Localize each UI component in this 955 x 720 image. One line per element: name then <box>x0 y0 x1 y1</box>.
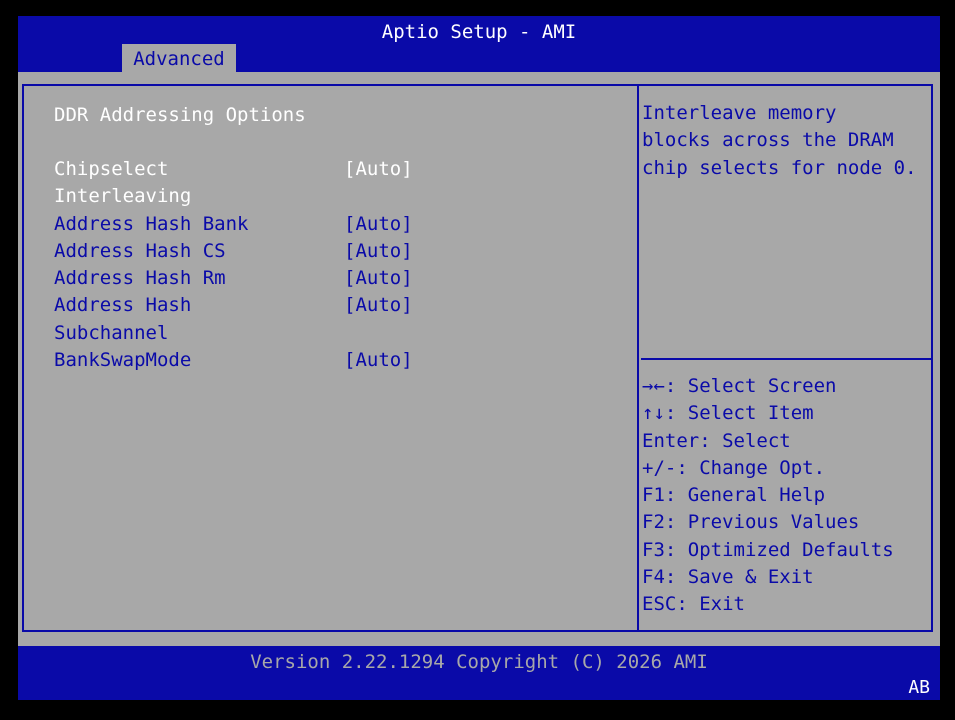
key-save-exit: F4: Save & Exit <box>642 566 814 589</box>
help-divider <box>641 358 931 360</box>
option-value[interactable]: [Auto] <box>344 265 413 292</box>
section-title: DDR Addressing Options <box>54 104 306 126</box>
option-label: Chipselect Interleaving <box>54 158 192 208</box>
options-list: Chipselect Interleaving [Auto] Address H… <box>54 156 614 374</box>
app-title: Aptio Setup - AMI <box>381 21 577 43</box>
help-text: Interleave memory blocks across the DRAM… <box>642 100 932 182</box>
key-select-screen: →←: Select Screen <box>642 375 837 397</box>
option-value[interactable]: [Auto] <box>344 347 413 374</box>
option-label: BankSwapMode <box>54 349 192 372</box>
footer-badge: AB <box>908 677 930 698</box>
key-legend: →←: Select Screen ↑↓: Select Item Enter:… <box>642 373 932 619</box>
key-esc-exit: ESC: Exit <box>642 593 745 616</box>
version-text: Version 2.22.1294 Copyright (C) 2026 AMI <box>250 651 708 673</box>
option-bankswapmode[interactable]: BankSwapMode [Auto] <box>54 347 614 374</box>
option-address-hash-cs[interactable]: Address Hash CS [Auto] <box>54 238 614 265</box>
help-line: blocks across the DRAM <box>642 129 894 152</box>
option-label: Address Hash Bank <box>54 212 249 235</box>
key-previous-values: F2: Previous Values <box>642 511 860 534</box>
header-bar: Aptio Setup - AMI Advanced <box>18 16 940 72</box>
option-address-hash-subchannel[interactable]: Address Hash Subchannel [Auto] <box>54 292 614 347</box>
key-select-item: ↑↓: Select Item <box>642 402 814 425</box>
option-label: Address Hash CS <box>54 239 226 262</box>
option-value[interactable]: [Auto] <box>344 211 413 238</box>
option-address-hash-bank[interactable]: Address Hash Bank [Auto] <box>54 211 614 238</box>
option-chipselect-interleaving[interactable]: Chipselect Interleaving [Auto] <box>54 156 614 211</box>
key-change-opt: +/-: Change Opt. <box>642 456 826 479</box>
vertical-divider <box>637 86 639 630</box>
key-enter-select: Enter: Select <box>642 429 791 452</box>
option-value[interactable]: [Auto] <box>344 238 413 265</box>
option-label: Address Hash Subchannel <box>54 294 192 344</box>
help-line: chip selects for node 0. <box>642 156 917 179</box>
key-general-help: F1: General Help <box>642 484 826 507</box>
option-label: Address Hash Rm <box>54 267 226 290</box>
main-frame: DDR Addressing Options Chipselect Interl… <box>22 84 933 632</box>
option-value[interactable]: [Auto] <box>344 292 413 319</box>
help-line: Interleave memory <box>642 102 837 124</box>
bios-screen: Aptio Setup - AMI Advanced DDR Addressin… <box>18 16 940 700</box>
key-optimized-defaults: F3: Optimized Defaults <box>642 538 894 561</box>
option-address-hash-rm[interactable]: Address Hash Rm [Auto] <box>54 265 614 292</box>
tab-advanced[interactable]: Advanced <box>122 44 236 72</box>
footer-bar: Version 2.22.1294 Copyright (C) 2026 AMI… <box>18 646 940 700</box>
option-value[interactable]: [Auto] <box>344 156 413 183</box>
